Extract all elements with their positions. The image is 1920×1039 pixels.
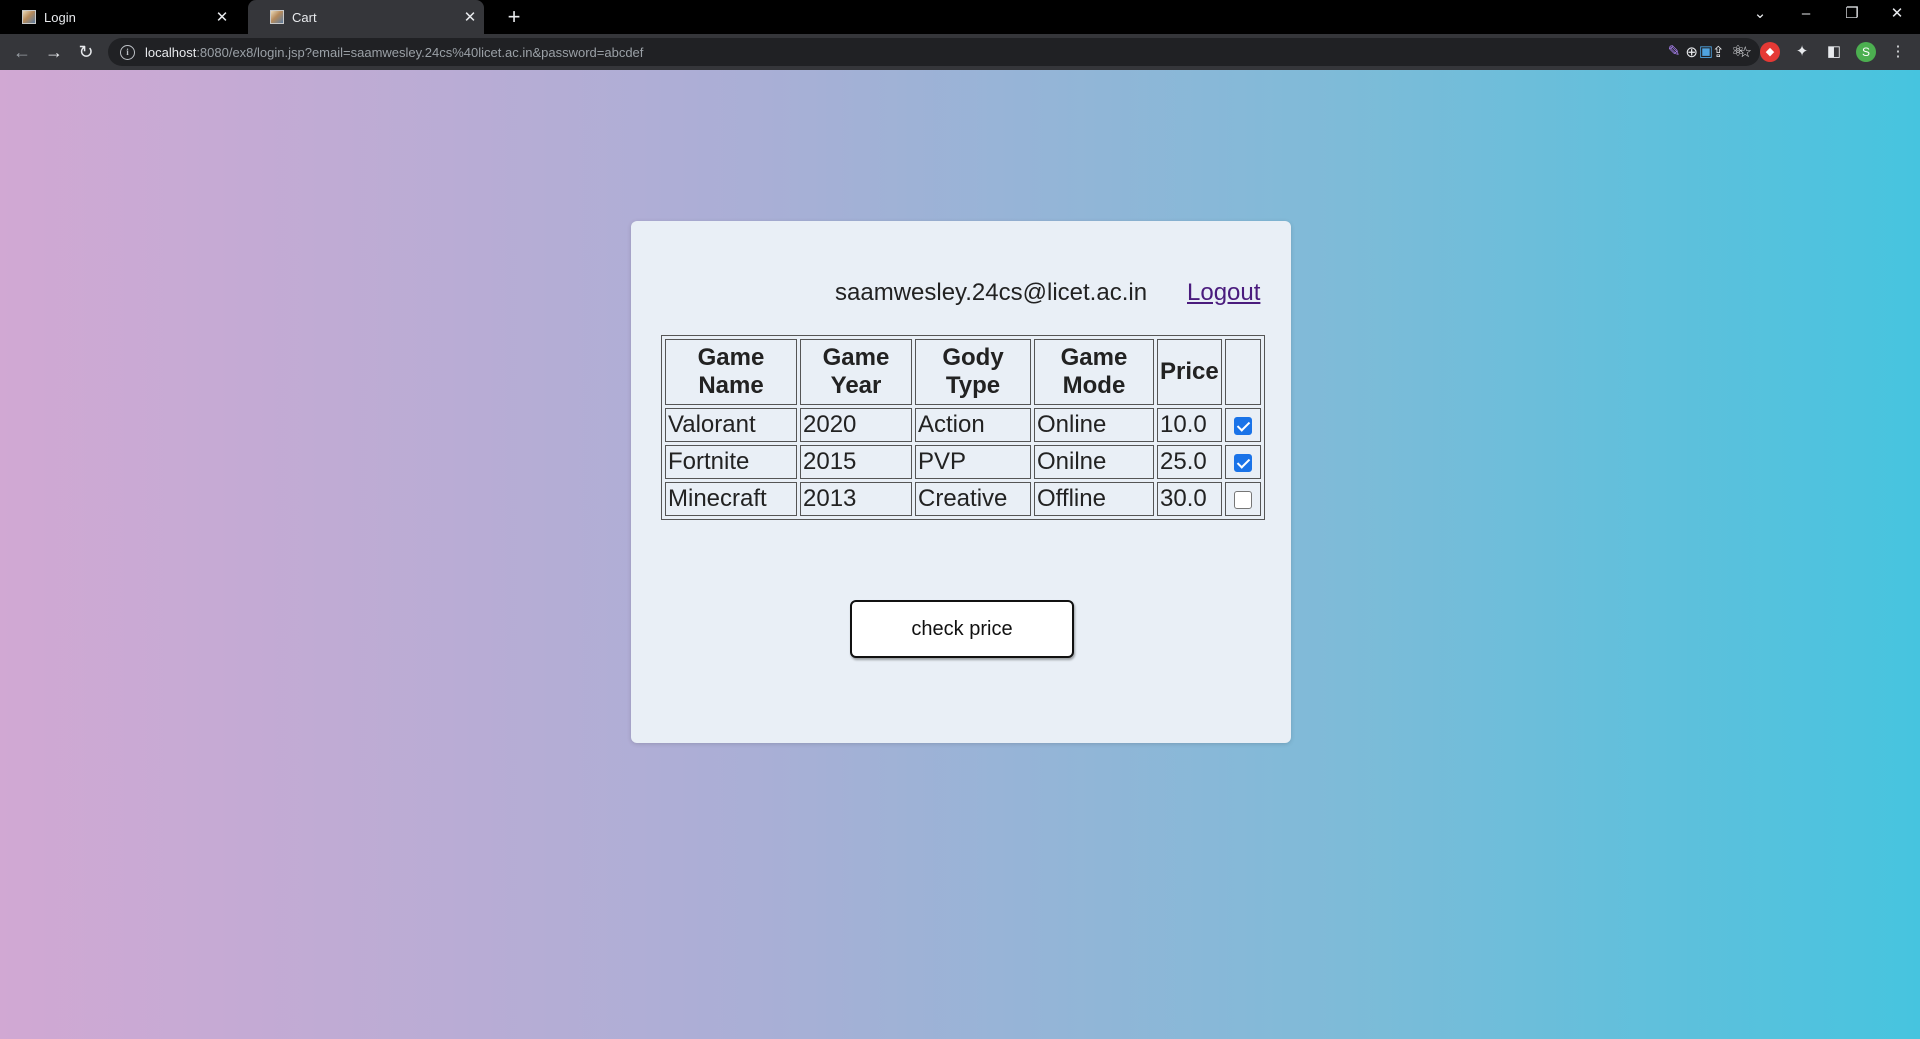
screen-capture-extension-icon[interactable]: ▣ [1696,42,1716,62]
side-panel-icon[interactable]: ◧ [1824,42,1844,62]
forward-arrow-icon[interactable]: → [42,40,66,64]
col-header-game-name: Game Name [665,339,797,405]
tab-search-icon[interactable]: ⌄ [1737,0,1783,30]
user-email: saamwesley.24cs@licet.ac.in [835,279,1148,306]
close-tab-icon[interactable]: ✕ [456,8,484,26]
back-arrow-icon[interactable]: ← [10,40,34,64]
profile-avatar[interactable]: S [1856,42,1876,62]
extensions-puzzle-icon[interactable]: ✦ [1792,42,1812,62]
minimize-icon[interactable]: – [1783,0,1829,30]
site-info-icon[interactable]: i [120,44,135,60]
tab-title: Cart [292,9,317,25]
cell-price: 30.0 [1157,482,1222,516]
col-header-gody-type: Gody Type [915,339,1031,405]
url-host: localhost [145,44,197,60]
cell-price: 10.0 [1157,408,1222,442]
table-row: Fortnite 2015 PVP Onilne 25.0 [665,445,1261,479]
table-header-row: Game Name Game Year Gody Type Game Mode Pric… [665,339,1261,405]
close-window-icon[interactable]: ✕ [1874,0,1920,30]
cart-card: saamwesley.24cs@licet.ac.in Logout Game N… [631,221,1291,743]
select-checkbox[interactable] [1233,490,1252,509]
react-devtools-icon[interactable]: ⚛ [1728,42,1748,62]
cell-game-name: Fortnite [665,445,797,479]
select-checkbox[interactable] [1233,453,1252,472]
check-price-button[interactable]: check price [850,600,1074,658]
cell-game-type: Action [915,408,1031,442]
cell-game-mode: Offline [1034,482,1154,516]
site-favicon-icon [22,10,36,24]
cell-game-year: 2015 [800,445,912,479]
close-tab-icon[interactable]: ✕ [208,8,236,26]
col-header-select [1224,339,1261,405]
tab-login[interactable]: Login ✕ [0,0,236,34]
col-header-price: Price [1157,339,1222,405]
cell-price: 25.0 [1157,445,1222,479]
cell-select [1224,482,1261,516]
tab-cart[interactable]: Cart ✕ [248,0,484,34]
site-favicon-icon [270,10,284,24]
logout-link[interactable]: Logout [1187,279,1260,307]
table-row: Minecraft 2013 Creative Offline 30.0 [665,482,1261,516]
col-header-game-mode: Game Mode [1034,339,1154,405]
new-tab-icon[interactable]: + [500,3,528,31]
col-header-game-year: Game Year [800,339,912,405]
feather-extension-icon[interactable]: ✎ [1664,42,1684,62]
cell-game-type: Creative [915,482,1031,516]
tab-title: Login [44,9,76,25]
browser-tabstrip: Login ✕ Cart ✕ + ⌄ – ❐ ✕ [0,0,1920,34]
cell-game-mode: Online [1034,408,1154,442]
kebab-menu-icon[interactable]: ⋮ [1888,42,1908,62]
table-row: Valorant 2020 Action Online 10.0 [665,408,1261,442]
address-bar[interactable]: i localhost :8080/ex8/login.jsp?email=sa… [108,38,1760,66]
restore-icon[interactable]: ❐ [1829,0,1875,30]
cell-game-name: Valorant [665,408,797,442]
browser-toolbar: ← → ↻ i localhost :8080/ex8/login.jsp?em… [0,34,1920,70]
cell-select [1224,445,1261,479]
cell-game-mode: Onilne [1034,445,1154,479]
cell-game-year: 2013 [800,482,912,516]
shield-extension-icon[interactable]: ◆ [1760,42,1780,62]
page-viewport: saamwesley.24cs@licet.ac.in Logout Game N… [0,70,1920,1039]
select-checkbox[interactable] [1233,416,1252,435]
cell-select [1224,408,1261,442]
url-path: :8080/ex8/login.jsp?email=saamwesley.24c… [196,44,644,60]
cell-game-name: Minecraft [665,482,797,516]
reload-icon[interactable]: ↻ [74,40,98,64]
cell-game-type: PVP [915,445,1031,479]
games-table: Game Name Game Year Gody Type Game Mode Pric… [661,335,1265,520]
cell-game-year: 2020 [800,408,912,442]
